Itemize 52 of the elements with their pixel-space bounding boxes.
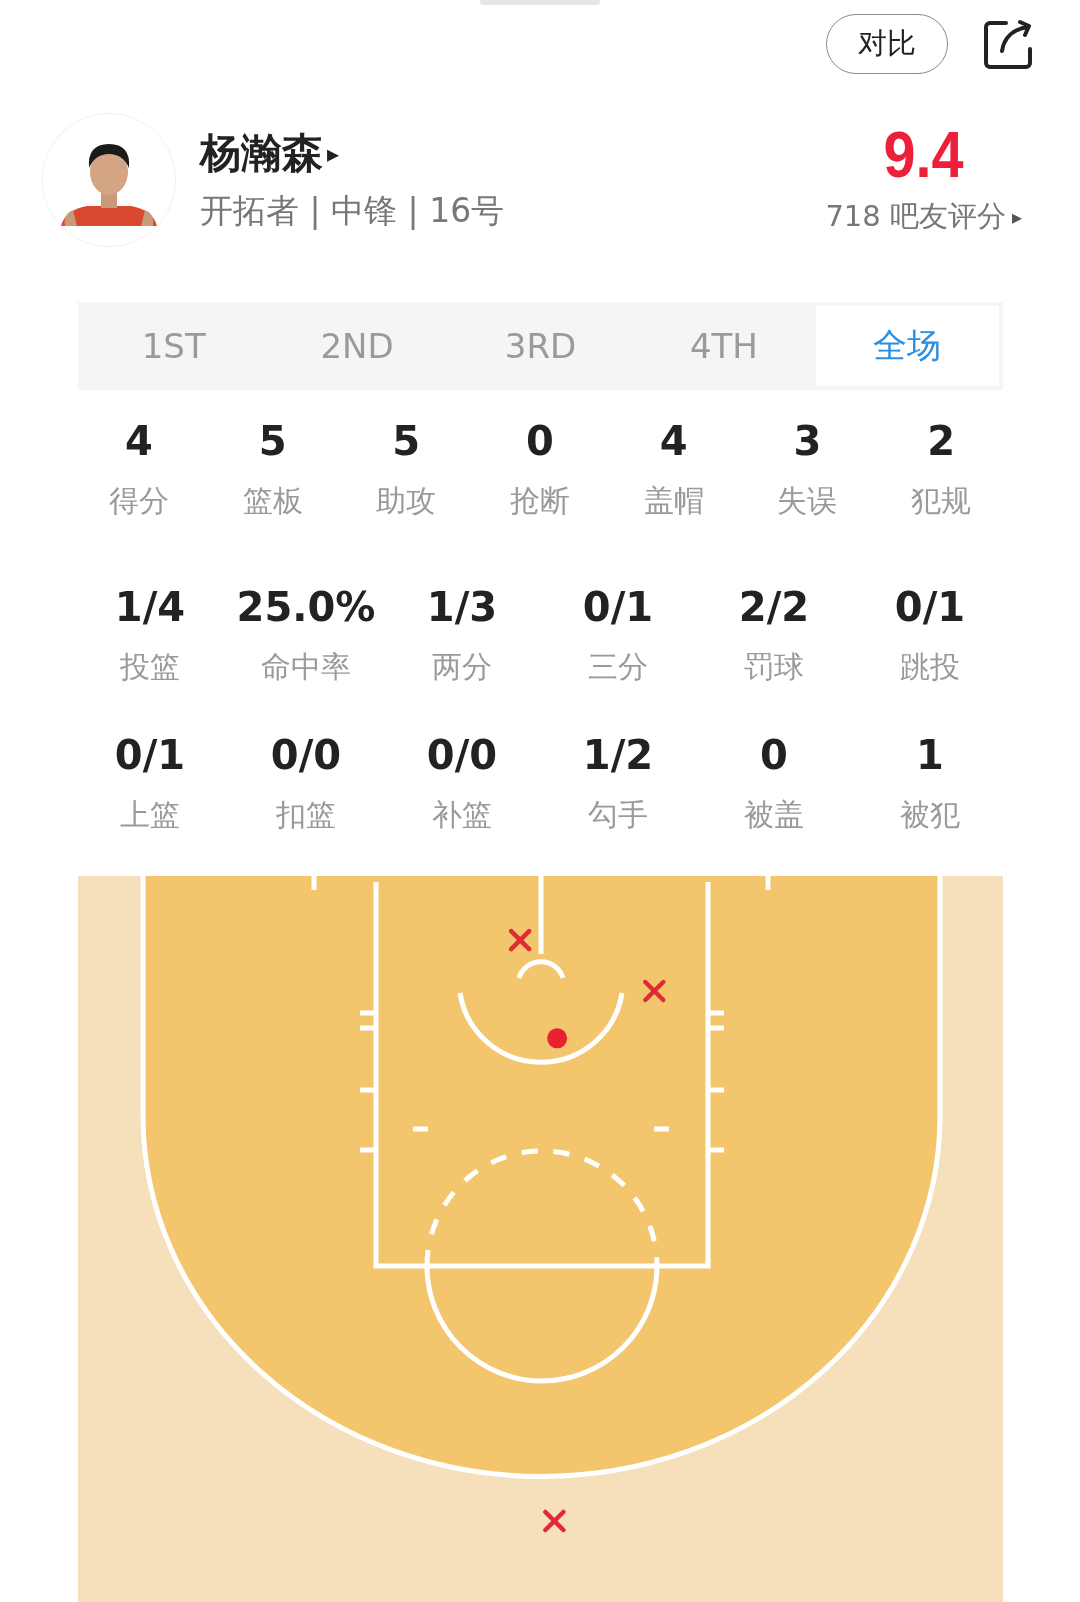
stat-value: 1 xyxy=(916,731,944,780)
stat-value: 0 xyxy=(526,417,554,466)
stat-label: 两分 xyxy=(432,648,492,686)
period-tab[interactable]: 全场 xyxy=(815,306,1000,386)
arrow-icon: ▸ xyxy=(327,139,340,168)
arrow-icon: ▸ xyxy=(1011,205,1022,229)
period-tab[interactable]: 2ND xyxy=(265,306,449,386)
stat-value: 2/2 xyxy=(738,583,810,632)
stat-value: 5 xyxy=(392,417,421,466)
stat-value: 1/2 xyxy=(582,731,654,780)
stat-label: 被犯 xyxy=(900,796,960,834)
stat-label: 抢断 xyxy=(510,482,570,520)
player-rating: 9.4 xyxy=(883,123,964,187)
stat-label: 得分 xyxy=(108,482,169,520)
rating-count[interactable]: 718 吧友评分 xyxy=(825,197,1006,237)
stat-label: 犯规 xyxy=(911,482,972,520)
stat-value: 0/0 xyxy=(270,731,342,780)
period-tab[interactable]: 4TH xyxy=(632,306,816,386)
stat-label: 失误 xyxy=(777,482,838,520)
stat-value: 0/1 xyxy=(114,731,186,780)
stat-label: 补篮 xyxy=(432,796,492,834)
stat-label: 命中率 xyxy=(261,648,351,686)
stat-value: 25.0% xyxy=(236,583,376,632)
stat-value: 5 xyxy=(258,417,287,466)
stat-label: 跳投 xyxy=(900,648,960,686)
share-icon[interactable] xyxy=(984,19,1034,69)
stat-label: 罚球 xyxy=(744,648,804,686)
stat-label: 上篮 xyxy=(120,796,180,834)
stat-label: 助攻 xyxy=(376,482,437,520)
stat-label: 被盖 xyxy=(744,796,804,834)
stat-value: 2 xyxy=(927,417,956,466)
stat-value: 1/4 xyxy=(114,583,186,632)
stat-label: 篮板 xyxy=(242,482,303,520)
player-name[interactable]: 杨瀚森 xyxy=(200,126,323,181)
stat-label: 扣篮 xyxy=(276,796,336,834)
stat-value: 0/0 xyxy=(426,731,498,780)
stat-value: 3 xyxy=(793,417,822,466)
drag-handle[interactable] xyxy=(480,0,600,5)
stat-value: 4 xyxy=(659,417,688,466)
stat-label: 投篮 xyxy=(120,648,180,686)
stat-label: 勾手 xyxy=(588,796,648,834)
player-info: 开拓者 | 中锋 | 16号 xyxy=(200,190,506,232)
compare-button[interactable]: 对比 xyxy=(826,14,948,74)
period-tab[interactable]: 1ST xyxy=(82,306,266,386)
period-tab[interactable]: 3RD xyxy=(448,306,633,386)
stat-value: 0 xyxy=(760,731,788,780)
stat-value: 0/1 xyxy=(582,583,654,632)
stat-value: 0/1 xyxy=(894,583,966,632)
stat-label: 三分 xyxy=(588,648,648,686)
stat-value: 1/3 xyxy=(426,583,498,632)
stat-value: 4 xyxy=(124,417,153,466)
stat-label: 盖帽 xyxy=(643,482,704,520)
